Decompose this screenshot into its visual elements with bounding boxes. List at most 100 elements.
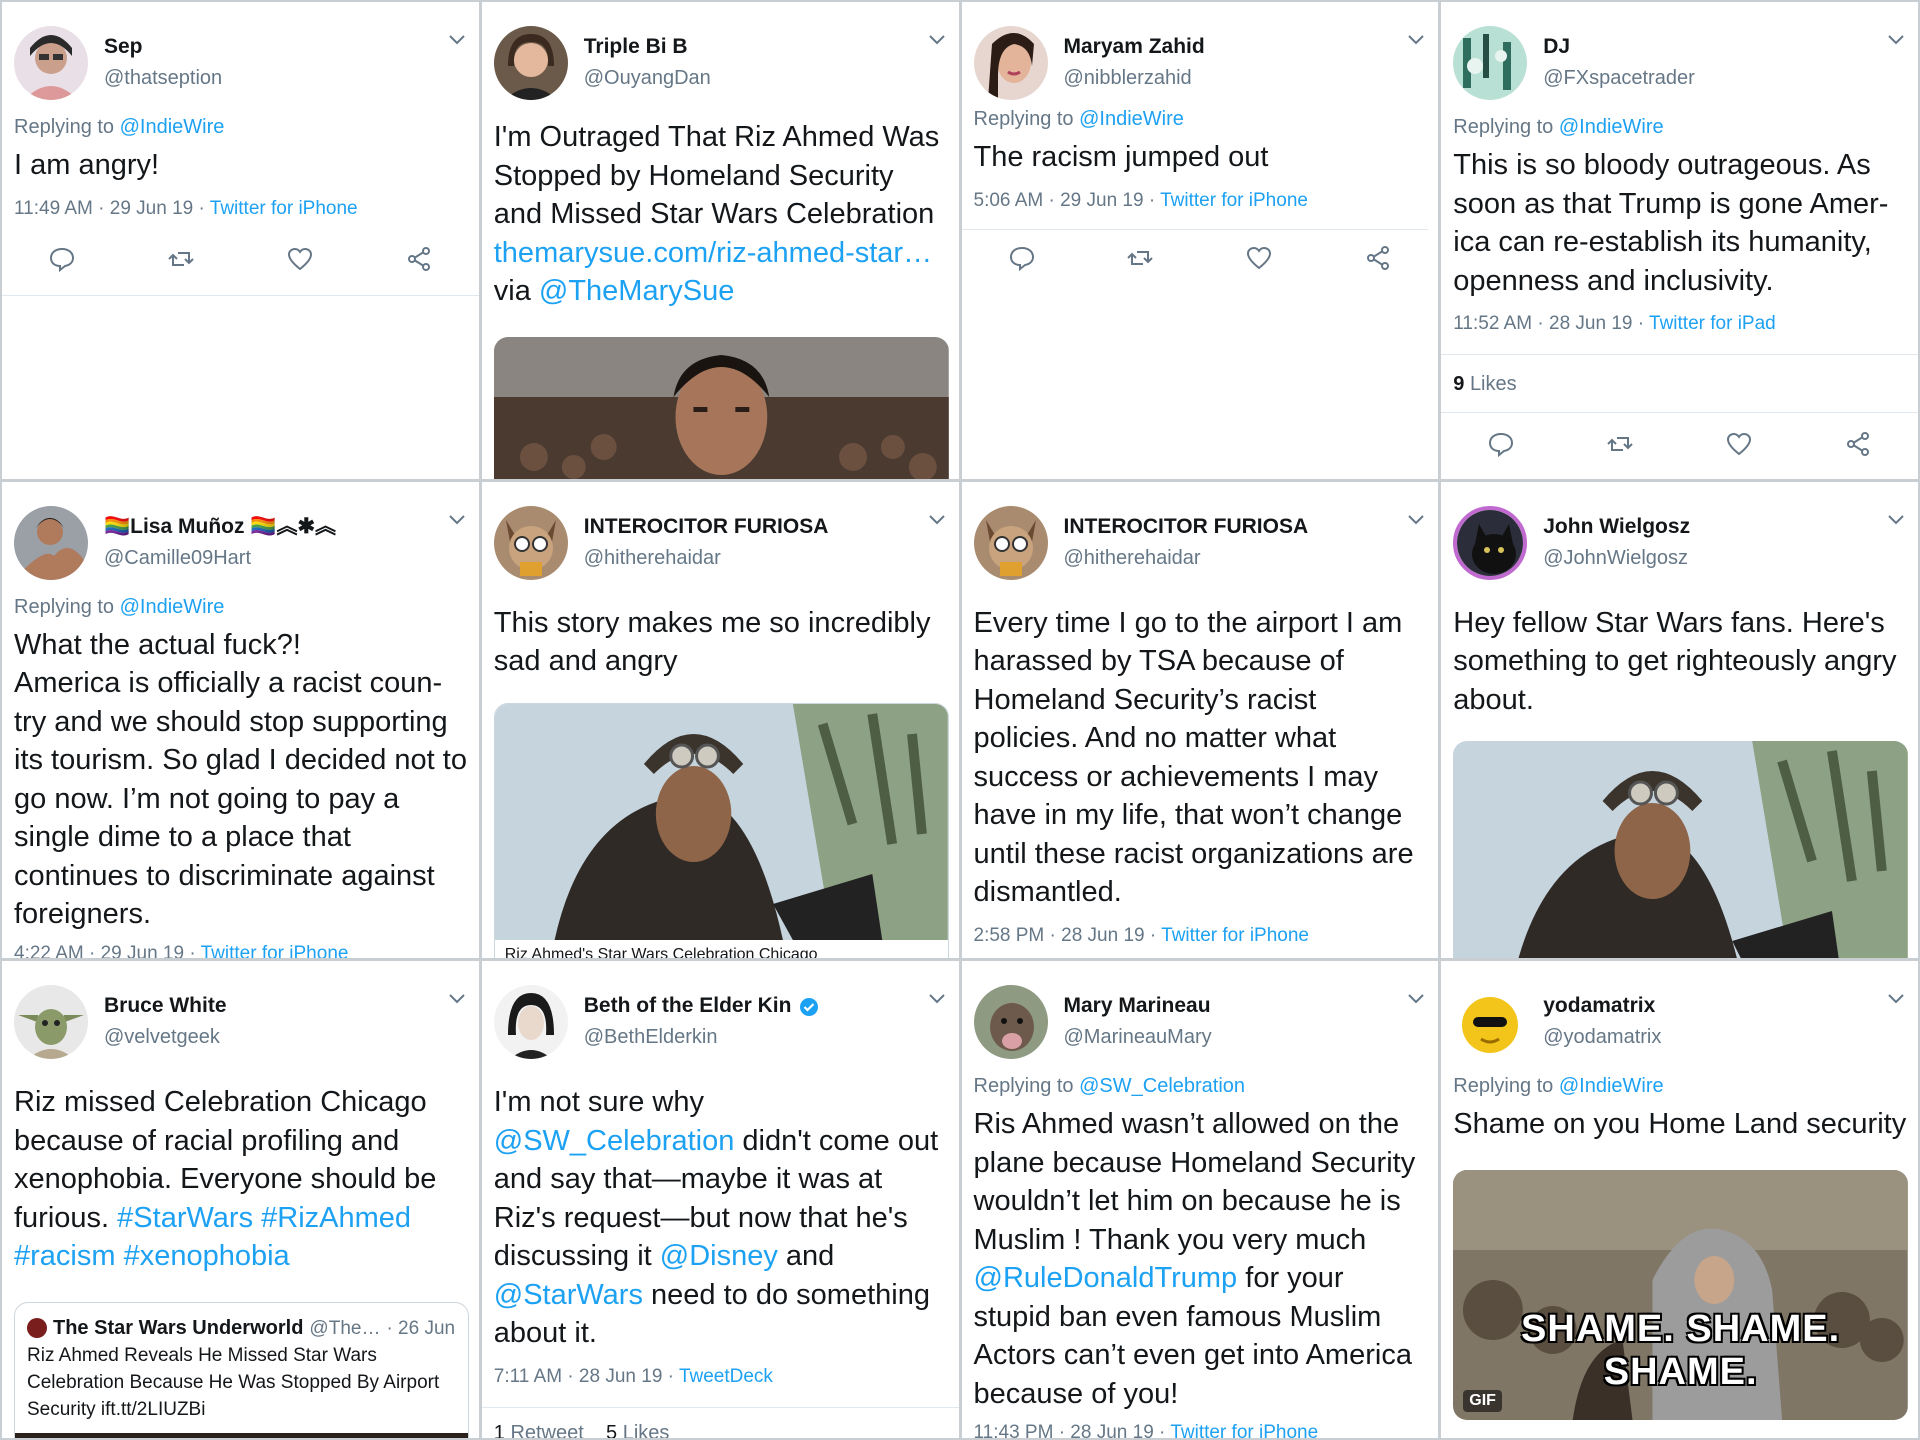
source-link[interactable]: Twitter for iPhone (210, 198, 358, 219)
avatar[interactable] (14, 26, 88, 100)
display-name[interactable]: 🏳️‍🌈Lisa Muñoz 🏳️‍🌈︽✱︽ (104, 512, 469, 542)
timestamp[interactable]: 5:06 AM · 29 Jun 19 · (974, 190, 1161, 211)
avatar[interactable] (973, 985, 1048, 1060)
action-bar (1453, 429, 1908, 463)
source-link[interactable]: Twitter for iPhone (1160, 190, 1308, 211)
display-name[interactable]: Beth of the Elder Kin (584, 991, 949, 1021)
display-name[interactable]: INTEROCITOR FURIOSA (1064, 512, 1429, 542)
handle[interactable]: @JohnWielgosz (1543, 542, 1908, 574)
chevron-down-icon[interactable] (1886, 32, 1906, 52)
quoted-tweet[interactable]: The Star Wars Underworld @The… · 26 Jun … (14, 1301, 469, 1438)
avatar[interactable] (14, 505, 88, 580)
handle[interactable]: @OuyangDan (584, 62, 949, 94)
display-name[interactable]: Mary Marineau (1064, 991, 1429, 1021)
article-link[interactable]: themarysue.com/riz-ahmed-star… (494, 237, 932, 269)
replying-mention[interactable]: @IndieWire (1559, 1075, 1664, 1097)
avatar[interactable] (493, 505, 568, 580)
chevron-down-icon[interactable] (1886, 991, 1906, 1011)
tweet-card: Mary Marineau @MarineauMary Replying to … (961, 961, 1439, 1438)
avatar[interactable] (1453, 505, 1528, 580)
chevron-down-icon[interactable] (447, 32, 467, 52)
share-icon[interactable] (405, 245, 433, 278)
chevron-down-icon[interactable] (927, 991, 947, 1011)
mention-link[interactable]: @RuleDonaldTrump (974, 1262, 1238, 1294)
handle[interactable]: @nibblerzahid (1064, 62, 1429, 94)
retweet-icon[interactable] (1126, 244, 1154, 277)
handle[interactable]: @thatseption (104, 62, 469, 94)
avatar[interactable] (1453, 26, 1528, 100)
handle[interactable]: @hitherehaidar (584, 542, 949, 574)
source-link[interactable]: Twitter for iPhone (201, 943, 349, 959)
chevron-down-icon[interactable] (1406, 32, 1426, 52)
source-link[interactable]: Twitter for iPhone (1170, 1422, 1318, 1438)
display-name[interactable]: Maryam Zahid (1064, 32, 1429, 62)
replying-mention[interactable]: @SW_Celebration (1079, 1075, 1245, 1097)
share-icon[interactable] (1364, 244, 1392, 277)
handle[interactable]: @velvetgeek (104, 1021, 469, 1053)
chevron-down-icon[interactable] (1406, 991, 1426, 1011)
replying-mention[interactable]: @IndieWire (120, 596, 225, 618)
display-name[interactable]: yodamatrix (1543, 991, 1908, 1021)
source-link[interactable]: Twitter for iPad (1649, 313, 1776, 334)
handle[interactable]: @FXspacetrader (1543, 62, 1908, 94)
reply-icon[interactable] (1487, 430, 1515, 463)
display-name[interactable]: Sep (104, 32, 469, 62)
replying-mention[interactable]: @IndieWire (1559, 116, 1664, 138)
likes-count[interactable]: 5 Likes (606, 1422, 669, 1438)
divider (1441, 354, 1918, 355)
link-card[interactable]: Riz Ahmed's Star Wars Celebration Chicag… (493, 702, 949, 959)
handle[interactable]: @Camille09Hart (104, 542, 469, 574)
tweet-image[interactable] (1453, 741, 1908, 959)
via-mention[interactable]: @TheMarySue (539, 275, 734, 307)
like-icon[interactable] (1725, 430, 1753, 463)
handle[interactable]: @MarineauMary (1064, 1021, 1429, 1053)
avatar[interactable] (14, 985, 88, 1060)
avatar[interactable] (1453, 985, 1528, 1060)
quoted-date: · 26 Jun (386, 1317, 456, 1339)
avatar[interactable] (493, 985, 568, 1060)
source-link[interactable]: Twitter for iPhone (1161, 925, 1309, 946)
avatar[interactable] (973, 26, 1048, 100)
avatar[interactable] (973, 505, 1048, 580)
retweet-icon[interactable] (167, 245, 195, 278)
likes-count[interactable]: 9 Likes (1453, 373, 1908, 396)
mention-link[interactable]: @StarWars (494, 1279, 643, 1311)
handle[interactable]: @hitherehaidar (1064, 542, 1429, 574)
replying-mention[interactable]: @IndieWire (1079, 108, 1184, 130)
share-icon[interactable] (1844, 430, 1872, 463)
timestamp[interactable]: 4:22 AM · 29 Jun 19 · (14, 943, 201, 959)
mention-link[interactable]: @Disney (660, 1240, 778, 1272)
reply-icon[interactable] (48, 245, 76, 278)
chevron-down-icon[interactable] (927, 512, 947, 532)
chevron-down-icon[interactable] (1886, 512, 1906, 532)
chevron-down-icon[interactable] (447, 991, 467, 1011)
handle[interactable]: @BethElderkin (584, 1021, 949, 1053)
chevron-down-icon[interactable] (1406, 512, 1426, 532)
display-name[interactable]: Bruce White (104, 991, 469, 1021)
retweet-icon[interactable] (1606, 430, 1634, 463)
timestamp[interactable]: 7:11 AM · 28 Jun 19 · (494, 1366, 679, 1387)
replying-mention[interactable]: @IndieWire (120, 116, 225, 138)
chevron-down-icon[interactable] (447, 512, 467, 532)
avatar[interactable] (493, 26, 568, 100)
timestamp[interactable]: 2:58 PM · 28 Jun 19 · (974, 925, 1162, 946)
timestamp[interactable]: 11:43 PM · 28 Jun 19 · (974, 1422, 1171, 1438)
like-icon[interactable] (1245, 244, 1273, 277)
tweet-meta: 11:52 AM · 28 Jun 19 · Twitter for iPad (1453, 310, 1908, 338)
like-icon[interactable] (286, 245, 314, 278)
gif-media[interactable]: SHAME. SHAME. SHAME. GIF (1453, 1169, 1908, 1420)
retweets-count[interactable]: 1 Retweet (494, 1422, 584, 1438)
source-link[interactable]: TweetDeck (679, 1366, 773, 1387)
timestamp[interactable]: 11:49 AM · 29 Jun 19 · (14, 198, 210, 219)
chevron-down-icon[interactable] (927, 32, 947, 52)
reply-icon[interactable] (1008, 244, 1036, 277)
display-name[interactable]: John Wielgosz (1543, 512, 1908, 542)
replying-label: Replying to (1453, 116, 1554, 138)
timestamp[interactable]: 11:52 AM · 28 Jun 19 · (1453, 313, 1649, 334)
mention-link[interactable]: @SW_Celebration (494, 1125, 735, 1157)
article-image[interactable] (493, 336, 949, 479)
display-name[interactable]: Triple Bi B (584, 32, 949, 62)
display-name[interactable]: INTEROCITOR FURIOSA (584, 512, 949, 542)
display-name[interactable]: DJ (1543, 32, 1908, 62)
handle[interactable]: @yodamatrix (1543, 1021, 1908, 1053)
